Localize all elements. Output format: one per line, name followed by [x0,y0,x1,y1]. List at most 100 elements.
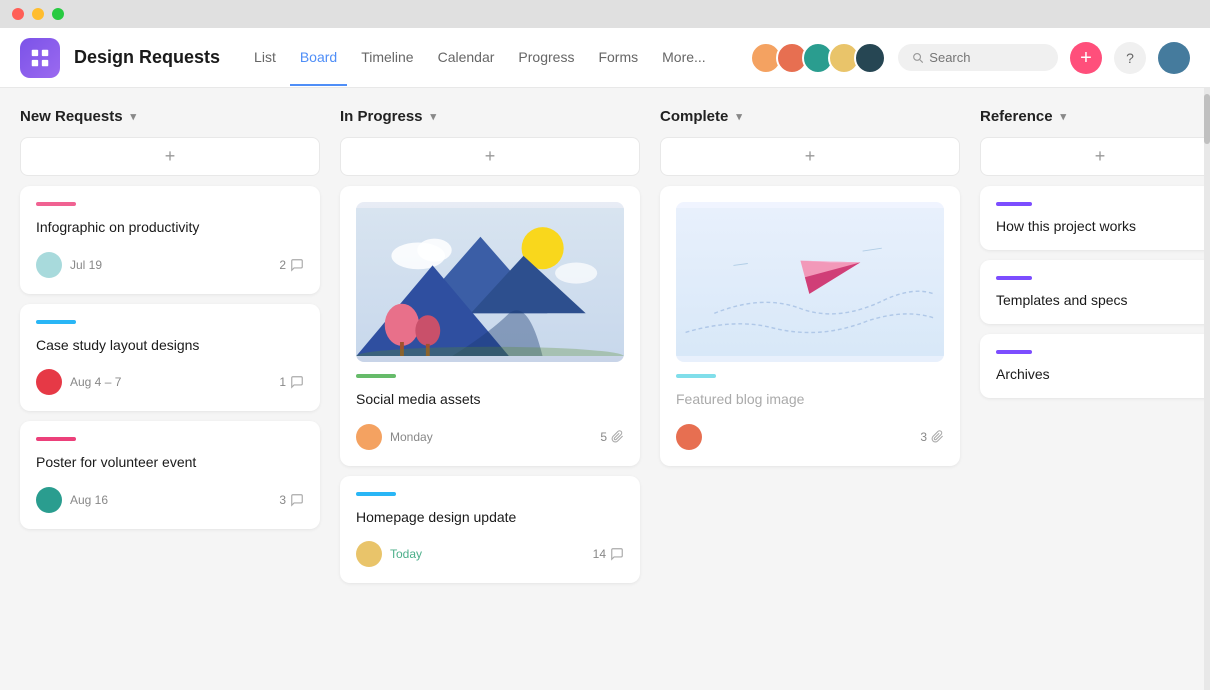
scrollbar-thumb[interactable] [1204,94,1210,144]
card-avatar [36,369,62,395]
card-case-study[interactable]: Case study layout designs Aug 4 – 7 1 [20,304,320,412]
maximize-dot[interactable] [52,8,64,20]
ref-card-templates[interactable]: Templates and specs [980,260,1210,324]
card-title: Poster for volunteer event [36,453,304,473]
column-complete: Complete ▾ + [660,108,960,670]
comment-icon [290,375,304,389]
card-avatar [676,424,702,450]
card-date: Jul 19 [70,258,102,272]
column-header-new-requests: New Requests ▾ [20,108,320,125]
search-bar[interactable] [898,44,1058,71]
collaborators-avatar-group [750,42,886,74]
card-meta-left [676,424,702,450]
card-meta-left: Aug 16 [36,487,108,513]
tab-progress[interactable]: Progress [508,29,584,86]
add-card-button-in-progress[interactable]: + [340,137,640,176]
card-tag [356,492,396,496]
card-comment-count: 14 [593,547,624,561]
help-button[interactable]: ? [1114,42,1146,74]
topbar-right: + ? [750,42,1190,74]
column-title-in-progress: In Progress [340,108,423,125]
card-title: Infographic on productivity [36,218,304,238]
chevron-down-icon[interactable]: ▾ [431,110,437,123]
collaborator-avatar-5 [854,42,886,74]
card-meta: Jul 19 2 [36,252,304,278]
card-meta-left: Today [356,541,422,567]
grid-icon [29,47,51,69]
card-comment-count: 1 [279,375,304,389]
card-meta: Today 14 [356,541,624,567]
card-featured-blog[interactable]: Featured blog image 3 [660,186,960,466]
card-homepage[interactable]: Homepage design update Today 14 [340,476,640,584]
card-meta: 3 [676,424,944,450]
attachment-icon [611,430,624,443]
attachment-icon [931,430,944,443]
card-image-mountains [356,202,624,362]
card-meta-left: Jul 19 [36,252,102,278]
add-card-button-new-requests[interactable]: + [20,137,320,176]
tab-timeline[interactable]: Timeline [351,29,423,86]
ref-title: Templates and specs [996,292,1204,308]
chevron-down-icon[interactable]: ▾ [1061,110,1067,123]
card-tag [676,374,716,378]
card-meta: Aug 4 – 7 1 [36,369,304,395]
tab-forms[interactable]: Forms [588,29,648,86]
card-avatar [36,487,62,513]
card-meta-left: Monday [356,424,433,450]
card-date: Monday [390,430,433,444]
minimize-dot[interactable] [32,8,44,20]
card-tag [36,320,76,324]
card-avatar [356,541,382,567]
column-header-complete: Complete ▾ [660,108,960,125]
card-comment-count: 3 [279,493,304,507]
ref-title: Archives [996,366,1204,382]
project-title: Design Requests [74,47,220,68]
plane-illustration [676,208,944,356]
card-social-media[interactable]: Social media assets Monday 5 [340,186,640,466]
card-title: Case study layout designs [36,336,304,356]
add-card-button-reference[interactable]: + [980,137,1210,176]
tab-list[interactable]: List [244,29,286,86]
card-tag [36,437,76,441]
ref-tag [996,276,1032,280]
chevron-down-icon[interactable]: ▾ [131,110,137,123]
card-date: Today [390,547,422,561]
tab-board[interactable]: Board [290,29,347,86]
card-comment-count: 2 [279,258,304,272]
ref-tag [996,350,1032,354]
board-area: New Requests ▾ + Infographic on producti… [0,88,1210,690]
column-title-new-requests: New Requests [20,108,123,125]
card-meta: Aug 16 3 [36,487,304,513]
close-dot[interactable] [12,8,24,20]
search-icon [912,51,923,64]
comment-icon [610,547,624,561]
ref-title: How this project works [996,218,1204,234]
column-new-requests: New Requests ▾ + Infographic on producti… [20,108,320,670]
ref-card-archives[interactable]: Archives [980,334,1210,398]
chevron-down-icon[interactable]: ▾ [736,110,742,123]
search-input[interactable] [929,50,1044,65]
card-title: Social media assets [356,390,624,410]
card-attachment-count: 3 [920,430,944,444]
nav-tabs: List Board Timeline Calendar Progress Fo… [244,28,716,87]
card-tag [356,374,396,378]
tab-more[interactable]: More... [652,29,716,86]
ref-card-how-project-works[interactable]: How this project works [980,186,1210,250]
card-poster[interactable]: Poster for volunteer event Aug 16 3 [20,421,320,529]
card-attachment-count: 5 [600,430,624,444]
user-avatar[interactable] [1158,42,1190,74]
column-reference: Reference ▾ + How this project works Tem… [980,108,1210,670]
card-date: Aug 4 – 7 [70,375,121,389]
add-card-button-complete[interactable]: + [660,137,960,176]
comment-icon [290,258,304,272]
card-tag [36,202,76,206]
card-infographic[interactable]: Infographic on productivity Jul 19 2 [20,186,320,294]
comment-icon [290,493,304,507]
tab-calendar[interactable]: Calendar [428,29,505,86]
column-header-in-progress: In Progress ▾ [340,108,640,125]
card-date: Aug 16 [70,493,108,507]
add-button[interactable]: + [1070,42,1102,74]
app-icon [20,38,60,78]
card-title: Featured blog image [676,390,944,410]
vertical-scrollbar[interactable] [1204,88,1210,690]
